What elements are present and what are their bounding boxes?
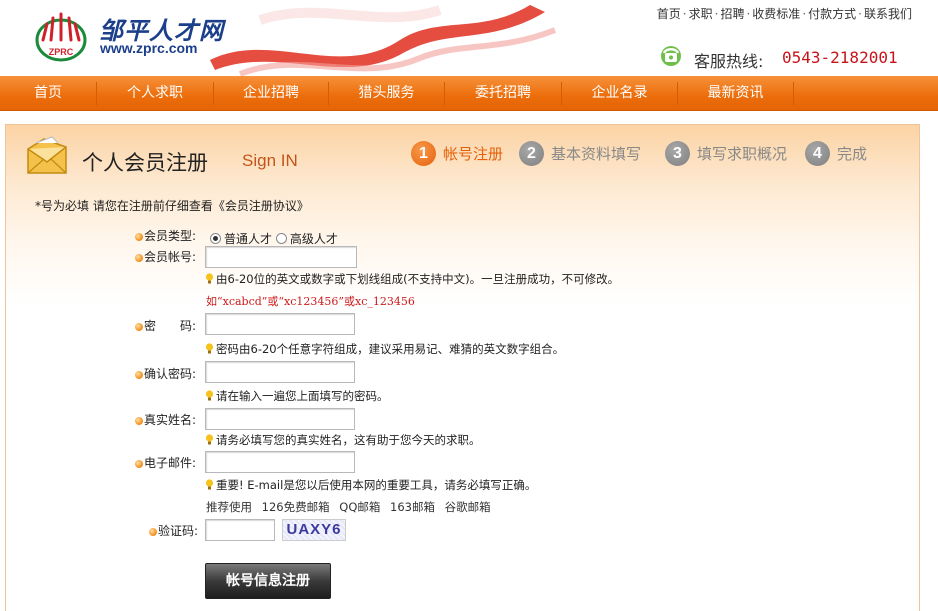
password-hint: 密码由6-20个任意字符组成，建议采用易记、难猜的英文数字组合。 (205, 341, 564, 357)
step-3-number: 3 (665, 141, 690, 166)
mail-link-qq[interactable]: QQ邮箱 (339, 500, 380, 514)
site-header: ZPRC 邹平人才网 www.zprc.com 首页 · 求职 · 招聘 · 收费标准 · 付款… (0, 0, 938, 76)
confirm-password-hint: 请在输入一遍您上面填写的密码。 (205, 388, 389, 404)
nav-item-delegate[interactable]: 委托招聘 (445, 76, 561, 111)
member-type-normal[interactable]: 普通人才 (210, 232, 272, 246)
step-2-number: 2 (519, 141, 544, 166)
nav-item-recruit[interactable]: 企业招聘 (214, 76, 328, 111)
password-input[interactable] (205, 313, 355, 335)
bullet-icon (135, 459, 143, 468)
radio-unchecked-icon[interactable] (275, 233, 287, 244)
bullet-icon (149, 527, 157, 536)
separator: · (802, 7, 807, 21)
phone-icon (661, 46, 681, 66)
password-label: 密 码: (135, 317, 196, 334)
nav-separator (793, 82, 794, 105)
registration-panel: 个人会员注册 Sign IN 1 帐号注册 2 基本资料填写 3 填写求职概况 … (5, 124, 920, 611)
mail-link-126[interactable]: 126免费邮箱 (262, 500, 330, 514)
lightbulb-icon (205, 434, 214, 445)
top-link-home[interactable]: 首页 (657, 7, 681, 21)
email-recommend-label: 推荐使用 (206, 500, 252, 514)
separator: · (682, 7, 687, 21)
step-2-label: 基本资料填写 (551, 145, 642, 163)
bullet-icon (135, 253, 143, 262)
lightbulb-icon (205, 479, 214, 490)
red-ribbon-decoration (210, 5, 557, 76)
separator: · (714, 7, 719, 21)
bullet-icon (135, 416, 143, 425)
radio-checked-icon[interactable] (210, 233, 221, 244)
account-example: 如“xcabcd”或“xc123456”或xc_123456 (206, 295, 415, 308)
page-subtitle: Sign IN (242, 151, 298, 170)
step-4-label: 完成 (837, 145, 868, 163)
member-type-label: 会员类型: (135, 227, 196, 244)
nav-item-directory[interactable]: 企业名录 (562, 76, 677, 111)
logo-emblem-text: ZPRC (49, 47, 74, 57)
account-input[interactable] (205, 246, 357, 268)
nav-item-news[interactable]: 最新资讯 (678, 76, 793, 111)
mail-link-163[interactable]: 163邮箱 (390, 500, 435, 514)
page-title: 个人会员注册 (82, 151, 208, 175)
logo-emblem-icon: ZPRC (35, 12, 87, 62)
step-3-label: 填写求职概况 (697, 145, 788, 163)
top-link-jobseek[interactable]: 求职 (689, 7, 713, 21)
step-1-label: 帐号注册 (443, 145, 504, 163)
step-4-number: 4 (805, 141, 830, 166)
top-link-recruit[interactable]: 招聘 (720, 7, 744, 21)
account-hint: 由6-20位的英文或数字或下划线组成(不支持中文)。一旦注册成功，不可修改。 (205, 271, 619, 287)
main-nav: 首页 个人求职 企业招聘 猎头服务 委托招聘 企业名录 最新资讯 (0, 76, 938, 111)
lightbulb-icon (205, 273, 214, 284)
bullet-icon (135, 322, 143, 331)
lightbulb-icon (205, 390, 214, 401)
member-type-senior[interactable]: 高级人才 (275, 232, 338, 246)
nav-item-home[interactable]: 首页 (0, 76, 96, 111)
captcha-image[interactable]: UAXY6 (282, 519, 346, 541)
account-label: 会员帐号: (135, 248, 196, 265)
required-note[interactable]: *号为必填 请您在注册前仔细查看《会员注册协议》 (35, 197, 309, 214)
captcha-label: 验证码: (149, 522, 198, 539)
bullet-icon (135, 370, 143, 379)
separator: · (746, 7, 751, 21)
realname-hint: 请务必填写您的真实姓名，这有助于您今天的求职。 (205, 432, 481, 448)
register-submit-button[interactable]: 帐号信息注册 (205, 563, 331, 599)
nav-item-headhunt[interactable]: 猎头服务 (329, 76, 444, 111)
hotline-number: 0543-2182001 (782, 48, 898, 67)
top-link-payment[interactable]: 付款方式 (808, 7, 856, 21)
hotline-label: 客服热线: (694, 52, 764, 71)
top-link-pricing[interactable]: 收费标准 (752, 7, 800, 21)
realname-label: 真实姓名: (135, 411, 196, 428)
top-links: 首页 · 求职 · 招聘 · 收费标准 · 付款方式 · 联系我们 (657, 5, 912, 22)
captcha-input[interactable] (205, 519, 275, 541)
email-hint: 重要! E-mail是您以后使用本网的重要工具，请务必填写正确。 (205, 477, 536, 493)
confirm-password-input[interactable] (205, 361, 355, 383)
realname-input[interactable] (205, 408, 355, 430)
nav-item-jobseek[interactable]: 个人求职 (97, 76, 213, 111)
mail-link-google[interactable]: 谷歌邮箱 (445, 500, 491, 514)
separator: · (858, 7, 862, 21)
email-input[interactable] (205, 451, 355, 473)
top-link-contact[interactable]: 联系我们 (864, 7, 912, 21)
email-label: 电子邮件: (135, 454, 196, 471)
lightbulb-icon (205, 343, 214, 354)
step-1-number: 1 (411, 141, 436, 166)
logo-url[interactable]: www.zprc.com (100, 40, 198, 56)
envelope-icon (27, 136, 67, 174)
confirm-password-label: 确认密码: (135, 365, 196, 382)
bullet-icon (135, 232, 143, 241)
member-type-radio-group: 普通人才 高级人才 (210, 230, 338, 247)
email-recommend: 推荐使用 126免费邮箱 QQ邮箱 163邮箱 谷歌邮箱 (206, 499, 497, 515)
